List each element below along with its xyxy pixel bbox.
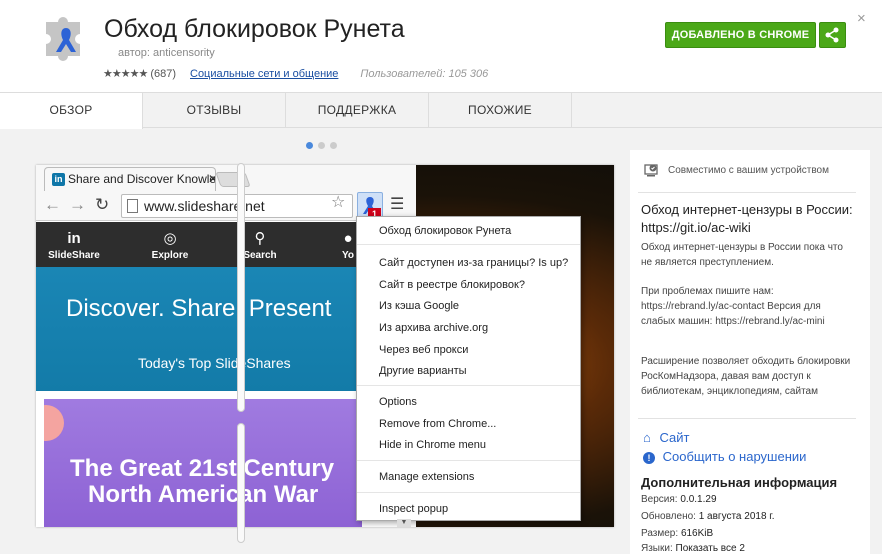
sidebar-scrollbar-2[interactable] (237, 423, 245, 543)
menu-item: Remove from Chrome... (379, 418, 497, 430)
share-icon (825, 27, 839, 43)
carousel-dots (306, 142, 337, 149)
menu-item: Из архива archive.org (379, 322, 489, 334)
star-rating[interactable]: ★★★★★ (103, 67, 148, 80)
forward-arrow-icon: → (69, 195, 86, 214)
report-abuse-link[interactable]: ! Сообщить о нарушении (643, 449, 806, 464)
additional-info-heading: Дополнительная информация (641, 475, 838, 490)
hero-heading: Discover. Share. Present (66, 295, 332, 322)
users-count: Пользователей: 105 306 (360, 67, 489, 80)
tab-reviews[interactable]: ОТЗЫВЫ (143, 93, 286, 128)
rating-count[interactable]: (687) (150, 68, 176, 80)
presentation-card: The Great 21st Century North American Wa… (44, 399, 362, 527)
menu-separator (357, 460, 580, 461)
browser-tabstrip: in Share and Discover Knowle ✕ (36, 165, 416, 191)
rating-row: ★★★★★ (687) Социальные сети и общение По… (103, 67, 489, 81)
card-title-line2: North American War (88, 481, 319, 508)
added-to-chrome-button[interactable]: ДОБАВЛЕНО В CHROME (665, 22, 816, 48)
description-paragraph: Обход интернет-цензуры в России пока что… (641, 242, 843, 268)
page-icon (127, 199, 138, 213)
tab-support[interactable]: ПОДДЕРЖКА (286, 93, 429, 128)
menu-item: Options (379, 396, 417, 408)
scroll-down-arrow: ▼ (397, 519, 411, 527)
description-paragraph: Расширение позволяет обходить блокировки… (641, 356, 851, 397)
menu-item: Hide in Chrome menu (379, 439, 486, 451)
slideshare-nav-item: in SlideShare (48, 230, 100, 261)
sidebar-divider (638, 192, 856, 193)
carousel-dot[interactable] (318, 142, 325, 149)
description-title: Обход интернет-цензуры в России: https:/… (641, 202, 853, 235)
author-label[interactable]: автор: anticensority (118, 47, 215, 59)
category-link[interactable]: Социальные сети и общение (190, 68, 338, 80)
tab-related[interactable]: ПОХОЖИЕ (429, 93, 572, 128)
website-link[interactable]: ⌂ Сайт (643, 430, 689, 445)
share-button[interactable] (819, 22, 846, 48)
home-icon: ⌂ (643, 430, 651, 445)
browser-tab: in Share and Discover Knowle ✕ (44, 167, 216, 191)
device-compatible-icon (644, 164, 658, 177)
languages-row: Языки: Показать все 2 (641, 543, 745, 554)
browser-tab-title: Share and Discover Knowle (68, 172, 216, 186)
address-url: www.slideshare.net (144, 198, 265, 214)
description-paragraph: При проблемах пишите нам: https://rebran… (641, 286, 825, 327)
menu-item: Через веб прокси (379, 344, 469, 356)
sidebar-divider (638, 418, 856, 419)
carousel-dot[interactable] (330, 142, 337, 149)
carousel-dot[interactable] (306, 142, 313, 149)
menu-item: Manage extensions (379, 471, 475, 483)
explore-nav-item: ◎ Explore (151, 230, 189, 261)
bookmark-star-icon: ☆ (331, 194, 346, 211)
reload-icon: ↻ (95, 195, 110, 214)
extension-screenshot: in Share and Discover Knowle ✕ ← → ↻ www… (36, 165, 614, 527)
popup-title: Обход блокировок Рунета (379, 225, 512, 237)
card-title-line1: The Great 21st Century (70, 455, 335, 482)
puzzle-ribbon-icon (46, 16, 80, 62)
sidebar-scrollbar[interactable] (237, 163, 245, 412)
new-tab-button (215, 172, 251, 187)
menu-separator (357, 492, 580, 493)
menu-separator (357, 385, 580, 386)
alert-icon: ! (643, 452, 655, 464)
hamburger-menu-icon: ☰ (390, 196, 405, 213)
details-sidebar: Совместимо с вашим устройством Обход инт… (630, 150, 870, 554)
decorative-circle (44, 405, 64, 441)
version-row: Версия: 0.0.1.29 (641, 494, 717, 505)
size-row: Размер: 616KiB (641, 528, 714, 539)
menu-item: Другие варианты (379, 365, 467, 377)
menu-separator (357, 244, 580, 245)
extension-header: Обход блокировок Рунета автор: anticenso… (0, 0, 882, 93)
menu-item: Сайт в реестре блокировок? (379, 279, 525, 291)
menu-item: Inspect popup (379, 503, 449, 515)
menu-item: Сайт доступен из-за границы? Is up? (379, 257, 569, 269)
updated-row: Обновлено: 1 августа 2018 г. (641, 511, 775, 522)
linkedin-icon: in (52, 173, 65, 186)
extension-title: Обход блокировок Рунета (104, 15, 405, 43)
compatibility-note: Совместимо с вашим устройством (668, 165, 829, 176)
hero-subtitle: Today's Top SlideShares (138, 355, 291, 371)
menu-item: Из кэша Google (379, 300, 460, 312)
tab-overview[interactable]: ОБЗОР (0, 93, 143, 129)
back-arrow-icon: ← (44, 195, 61, 214)
show-all-languages-link[interactable]: Показать все 2 (676, 543, 745, 554)
detail-tabs: ОБЗОР ОТЗЫВЫ ПОДДЕРЖКА ПОХОЖИЕ (0, 93, 882, 129)
tab-close-icon: ✕ (208, 168, 215, 190)
close-icon[interactable]: × (857, 10, 866, 27)
extension-popup-menu: Обход блокировок Рунета Сайт доступен из… (356, 216, 581, 521)
